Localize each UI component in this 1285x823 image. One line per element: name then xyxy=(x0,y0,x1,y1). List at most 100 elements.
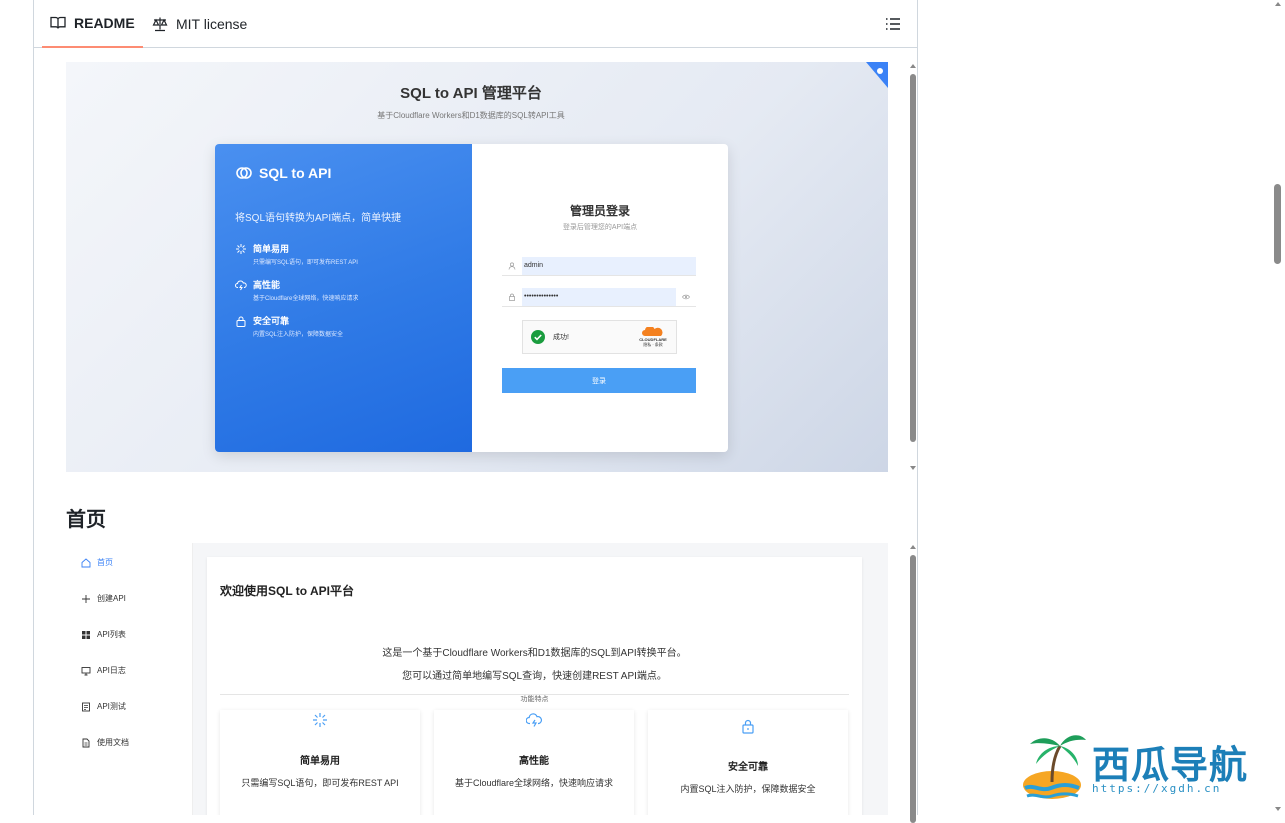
tagline: 将SQL语句转换为API端点，简单快捷 xyxy=(235,213,402,224)
feature-card-desc: 基于Cloudflare全球网络，快速响应请求 xyxy=(454,778,614,788)
brand: SQL to API xyxy=(235,164,331,182)
promo-feature: 高性能 基于Cloudflare全球网络，快速响应请求 xyxy=(235,278,358,302)
sidebar-item-create-api[interactable]: 创建API xyxy=(81,593,126,604)
sidebar-item-label: 首页 xyxy=(97,558,113,567)
document-icon xyxy=(82,702,90,711)
dashboard-screenshot-scrollbar[interactable] xyxy=(907,543,919,823)
scrollbar-thumb[interactable] xyxy=(1274,184,1281,264)
scrollbar-thumb[interactable] xyxy=(910,74,916,442)
feature-card-desc: 只需编写SQL语句，即可发布REST API xyxy=(241,778,399,788)
tab-readme[interactable]: README xyxy=(42,0,143,48)
eye-icon[interactable] xyxy=(682,293,690,301)
check-circle-icon xyxy=(531,330,545,344)
readme-container: README MIT license SQL to API 管理平台 基于Clo… xyxy=(33,0,919,823)
monitor-icon xyxy=(81,666,91,675)
watermark-text: 西瓜导航 xyxy=(1092,742,1249,787)
watermark-url: https://xgdh.cn xyxy=(1092,782,1222,795)
dashboard-sidebar: 首页 创建API API列表 API日志 API测试 使用文档 xyxy=(66,543,193,815)
username-value[interactable]: admin xyxy=(522,256,696,275)
cloudflare-logo: CLOUDFLARE 隐私 · 条款 xyxy=(630,325,676,348)
watermark: 西瓜导航 https://xgdh.cn xyxy=(1022,730,1267,802)
link-icon xyxy=(236,167,252,179)
section-heading: 首页 xyxy=(66,509,106,531)
file-icon xyxy=(82,738,90,747)
sidebar-item-api-list[interactable]: API列表 xyxy=(81,629,126,640)
page-scrollbar[interactable] xyxy=(1271,0,1285,815)
lock-icon xyxy=(509,293,515,301)
book-icon xyxy=(50,16,66,29)
promo-feature-desc: 基于Cloudflare全球网络，快速响应请求 xyxy=(253,296,359,302)
sidebar-item-label: API日志 xyxy=(97,666,126,675)
dashboard-screenshot: 首页 创建API API列表 API日志 API测试 使用文档 欢迎使用SQL … xyxy=(66,543,888,815)
home-icon xyxy=(81,557,91,567)
welcome-panel: 欢迎使用SQL to API平台 这是一个基于Cloudflare Worker… xyxy=(207,557,862,815)
brand-name: SQL to API xyxy=(259,165,332,181)
feature-card-desc: 内置SQL注入防护，保障数据安全 xyxy=(680,784,816,794)
turnstile-captcha[interactable]: 成功! CLOUDFLARE 隐私 · 条款 xyxy=(522,320,677,354)
pin-icon xyxy=(866,62,888,88)
promo-feature-title: 简单易用 xyxy=(253,244,290,254)
login-page-title: SQL to API 管理平台 xyxy=(400,85,542,102)
login-page-subtitle: 基于Cloudflare Workers和D1数据库的SQL转API工具 xyxy=(377,111,565,120)
login-card: SQL to API 将SQL语句转换为API端点，简单快捷 简单易用 只需编写… xyxy=(215,144,728,452)
username-field[interactable]: admin xyxy=(502,256,696,276)
sparkle-icon xyxy=(313,713,327,727)
login-promo-panel: SQL to API 将SQL语句转换为API端点，简单快捷 简单易用 只需编写… xyxy=(215,144,472,452)
sidebar-item-docs[interactable]: 使用文档 xyxy=(81,737,129,748)
feature-card-title: 简单易用 xyxy=(300,756,340,767)
scrollbar-thumb[interactable] xyxy=(910,555,916,823)
feature-card-title: 高性能 xyxy=(519,756,549,767)
scroll-up-arrow[interactable] xyxy=(1275,2,1281,6)
scroll-down-arrow[interactable] xyxy=(1275,807,1281,811)
promo-feature-desc: 只需编写SQL语句，即可发布REST API xyxy=(253,260,358,266)
sidebar-item-label: API列表 xyxy=(97,630,126,639)
tab-readme-label: README xyxy=(74,15,135,31)
login-screenshot-scrollbar[interactable] xyxy=(907,62,919,472)
feature-card-title: 安全可靠 xyxy=(728,762,768,773)
feature-card: 安全可靠 内置SQL注入防护，保障数据安全 xyxy=(648,710,848,815)
sidebar-item-label: 使用文档 xyxy=(97,738,129,747)
cloud-bolt-icon xyxy=(526,713,542,727)
outline-list-icon[interactable] xyxy=(885,16,901,32)
features-label: 功能特点 xyxy=(512,696,557,703)
password-field[interactable]: •••••••••••••• xyxy=(502,287,696,307)
features-divider-label: 功能特点 xyxy=(207,688,862,706)
feature-card: 高性能 基于Cloudflare全球网络，快速响应请求 xyxy=(434,710,634,815)
welcome-title: 欢迎使用SQL to API平台 xyxy=(220,584,355,598)
sidebar-item-label: 创建API xyxy=(97,594,126,603)
grid-icon xyxy=(82,630,90,639)
promo-feature: 简单易用 只需编写SQL语句，即可发布REST API xyxy=(235,242,358,266)
login-form-title: 管理员登录 xyxy=(569,204,630,218)
sparkle-icon xyxy=(236,244,246,254)
cloudflare-cloud-icon xyxy=(642,325,663,336)
captcha-status: 成功! xyxy=(553,334,569,341)
intro-line: 这是一个基于Cloudflare Workers和D1数据库的SQL到API转换… xyxy=(382,648,687,659)
login-form-subtitle: 登录后管理您的API端点 xyxy=(562,224,638,231)
login-screenshot: SQL to API 管理平台 基于Cloudflare Workers和D1数… xyxy=(66,62,888,472)
scroll-up-arrow[interactable] xyxy=(910,545,916,549)
sidebar-item-api-test[interactable]: API测试 xyxy=(81,701,126,712)
promo-feature-title: 安全可靠 xyxy=(253,316,290,326)
scroll-up-arrow[interactable] xyxy=(910,64,916,68)
sidebar-item-home[interactable]: 首页 xyxy=(81,557,113,568)
sidebar-item-label: API测试 xyxy=(97,702,126,711)
password-value[interactable]: •••••••••••••• xyxy=(522,287,676,306)
tab-license-label: MIT license xyxy=(176,16,248,32)
feature-card: 简单易用 只需编写SQL语句，即可发布REST API xyxy=(220,710,420,815)
login-form-panel: 管理员登录 登录后管理您的API端点 admin •••••••••••••• … xyxy=(472,144,728,452)
promo-feature-title: 高性能 xyxy=(253,280,281,290)
lock-icon xyxy=(236,316,246,327)
plus-icon xyxy=(82,594,90,603)
intro-line: 您可以通过简单地编写SQL查询，快速创建REST API端点。 xyxy=(402,671,667,682)
promo-feature: 安全可靠 内置SQL注入防护，保障数据安全 xyxy=(235,314,343,338)
cloud-bolt-icon xyxy=(235,280,247,291)
lock-icon xyxy=(742,719,754,734)
scale-icon xyxy=(152,17,168,32)
tab-license[interactable]: MIT license xyxy=(152,0,247,48)
readme-tabs: README MIT license xyxy=(34,0,917,48)
scroll-down-arrow[interactable] xyxy=(910,466,916,470)
cloudflare-links[interactable]: 隐私 · 条款 xyxy=(630,342,676,347)
sidebar-item-api-logs[interactable]: API日志 xyxy=(81,665,126,676)
user-icon xyxy=(508,262,516,270)
login-button[interactable]: 登录 xyxy=(502,368,696,393)
